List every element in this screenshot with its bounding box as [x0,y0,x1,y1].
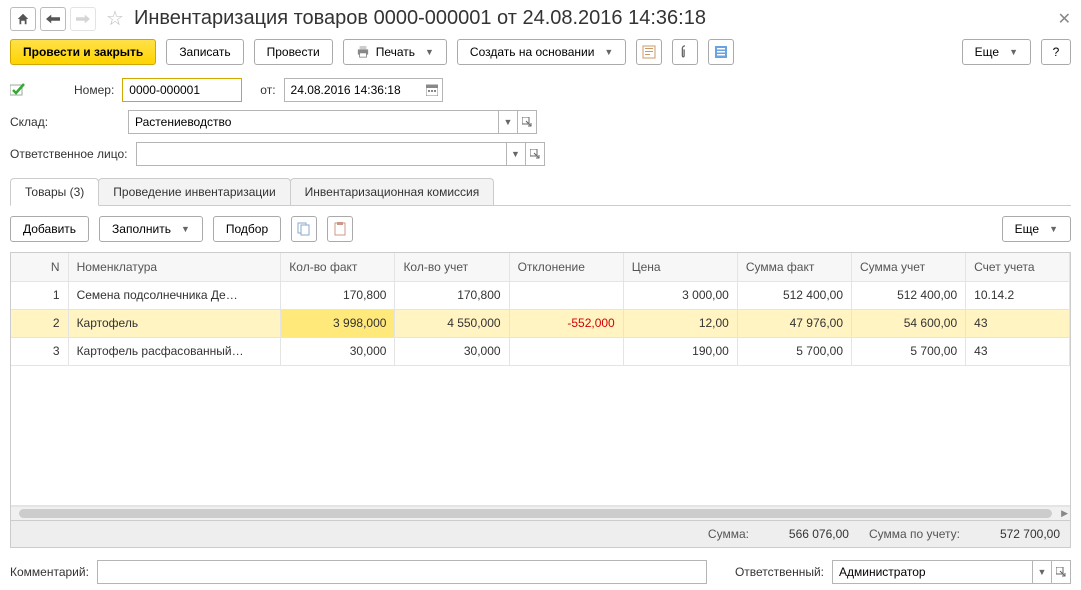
add-button[interactable]: Добавить [10,216,89,242]
chevron-down-icon: ▼ [1049,224,1058,234]
table-header-row: N Номенклатура Кол-во факт Кол-во учет О… [11,253,1070,281]
attach-button[interactable] [672,39,698,65]
copy-button[interactable] [291,216,317,242]
dropdown-button[interactable]: ▼ [1032,560,1052,584]
totals-bar: Сумма: 566 076,00 Сумма по учету: 572 70… [10,521,1071,548]
warehouse-input[interactable] [128,110,498,134]
responsible-label: Ответственное лицо: [10,147,128,161]
open-button[interactable] [525,142,545,166]
col-qty-fact[interactable]: Кол-во факт [281,253,395,281]
help-button[interactable]: ? [1041,39,1071,65]
calendar-button[interactable] [423,78,443,102]
table-toolbar: Добавить Заполнить ▼ Подбор Еще ▼ [0,206,1081,252]
tab-goods[interactable]: Товары (3) [10,178,99,206]
more-label: Еще [975,45,999,59]
chevron-down-icon: ▼ [181,224,190,234]
number-input[interactable] [122,78,242,102]
fill-label: Заполнить [112,222,171,236]
warehouse-label: Склад: [10,115,58,129]
sum-acc-value: 572 700,00 [980,527,1060,541]
dropdown-button[interactable]: ▼ [498,110,518,134]
sum-label: Сумма: [708,527,749,541]
sum-acc-label: Сумма по учету: [869,527,960,541]
write-button[interactable]: Записать [166,39,243,65]
titlebar: ☆ Инвентаризация товаров 0000-000001 от … [0,0,1081,35]
fill-button[interactable]: Заполнить ▼ [99,216,203,242]
paste-button[interactable] [327,216,353,242]
col-sum-fact[interactable]: Сумма факт [737,253,851,281]
tab-commission[interactable]: Инвентаризационная комиссия [290,178,495,205]
col-n[interactable]: N [11,253,68,281]
favorite-star-icon[interactable]: ☆ [106,6,124,31]
footer-row: Комментарий: Ответственный: ▼ [0,548,1081,590]
table-row[interactable]: 1 Семена подсолнечника Де… 170,800 170,8… [11,281,1070,309]
empty-rows [11,365,1070,505]
chevron-down-icon: ▼ [1009,47,1018,57]
col-qty-acc[interactable]: Кол-во учет [395,253,509,281]
dropdown-button[interactable]: ▼ [506,142,526,166]
chevron-down-icon: ▼ [425,47,434,57]
pick-button[interactable]: Подбор [213,216,281,242]
table-row[interactable]: 3 Картофель расфасованный… 30,000 30,000… [11,337,1070,365]
table-more-button[interactable]: Еще ▼ [1002,216,1071,242]
print-button[interactable]: Печать ▼ [343,39,447,65]
col-price[interactable]: Цена [623,253,737,281]
chevron-down-icon: ▼ [604,47,613,57]
window-title: Инвентаризация товаров 0000-000001 от 24… [134,7,706,30]
scroll-right-icon[interactable]: ▶ [1061,508,1068,519]
footer-responsible-input[interactable] [832,560,1032,584]
date-label: от: [260,83,275,97]
more-label: Еще [1015,222,1039,236]
table-row[interactable]: 2 Картофель 3 998,000 4 550,000 -552,000… [11,309,1070,337]
number-label: Номер: [74,83,114,97]
back-button[interactable] [40,7,66,31]
responsible-input[interactable] [136,142,506,166]
open-button[interactable] [1051,560,1071,584]
forward-button [70,7,96,31]
create-from-label: Создать на основании [470,45,595,59]
warehouse-field: ▼ [128,110,537,134]
list-button[interactable] [708,39,734,65]
date-input[interactable] [284,78,424,102]
footer-responsible-label: Ответственный: [735,565,824,579]
responsible-field: ▼ [136,142,545,166]
horizontal-scrollbar[interactable]: ▶ [11,506,1070,520]
home-button[interactable] [10,7,36,31]
col-nomen[interactable]: Номенклатура [68,253,281,281]
footer-responsible-field: ▼ [832,560,1071,584]
main-toolbar: Провести и закрыть Записать Провести Печ… [0,35,1081,74]
print-label: Печать [376,45,415,59]
col-account[interactable]: Счет учета [966,253,1070,281]
scrollbar-thumb[interactable] [19,509,1052,518]
responsible-row: Ответственное лицо: ▼ [0,138,1081,170]
more-button[interactable]: Еще ▼ [962,39,1031,65]
goods-table[interactable]: N Номенклатура Кол-во факт Кол-во учет О… [11,253,1070,506]
date-field [284,78,443,102]
col-sum-acc[interactable]: Сумма учет [852,253,966,281]
comment-label: Комментарий: [10,565,89,579]
post-button[interactable]: Провести [254,39,333,65]
number-row: Номер: от: [0,74,1081,106]
tab-conduct[interactable]: Проведение инвентаризации [98,178,290,205]
report-button[interactable] [636,39,662,65]
tabstrip: Товары (3) Проведение инвентаризации Инв… [10,178,1071,206]
goods-table-wrap: N Номенклатура Кол-во факт Кол-во учет О… [10,252,1071,521]
printer-icon [356,46,370,58]
post-and-close-button[interactable]: Провести и закрыть [10,39,156,65]
col-delta[interactable]: Отклонение [509,253,623,281]
close-button[interactable]: ✕ [1058,9,1071,29]
warehouse-row: Склад: ▼ [0,106,1081,138]
sum-value: 566 076,00 [769,527,849,541]
create-from-button[interactable]: Создать на основании ▼ [457,39,626,65]
open-button[interactable] [517,110,537,134]
comment-input[interactable] [97,560,707,584]
status-icon [10,83,26,97]
